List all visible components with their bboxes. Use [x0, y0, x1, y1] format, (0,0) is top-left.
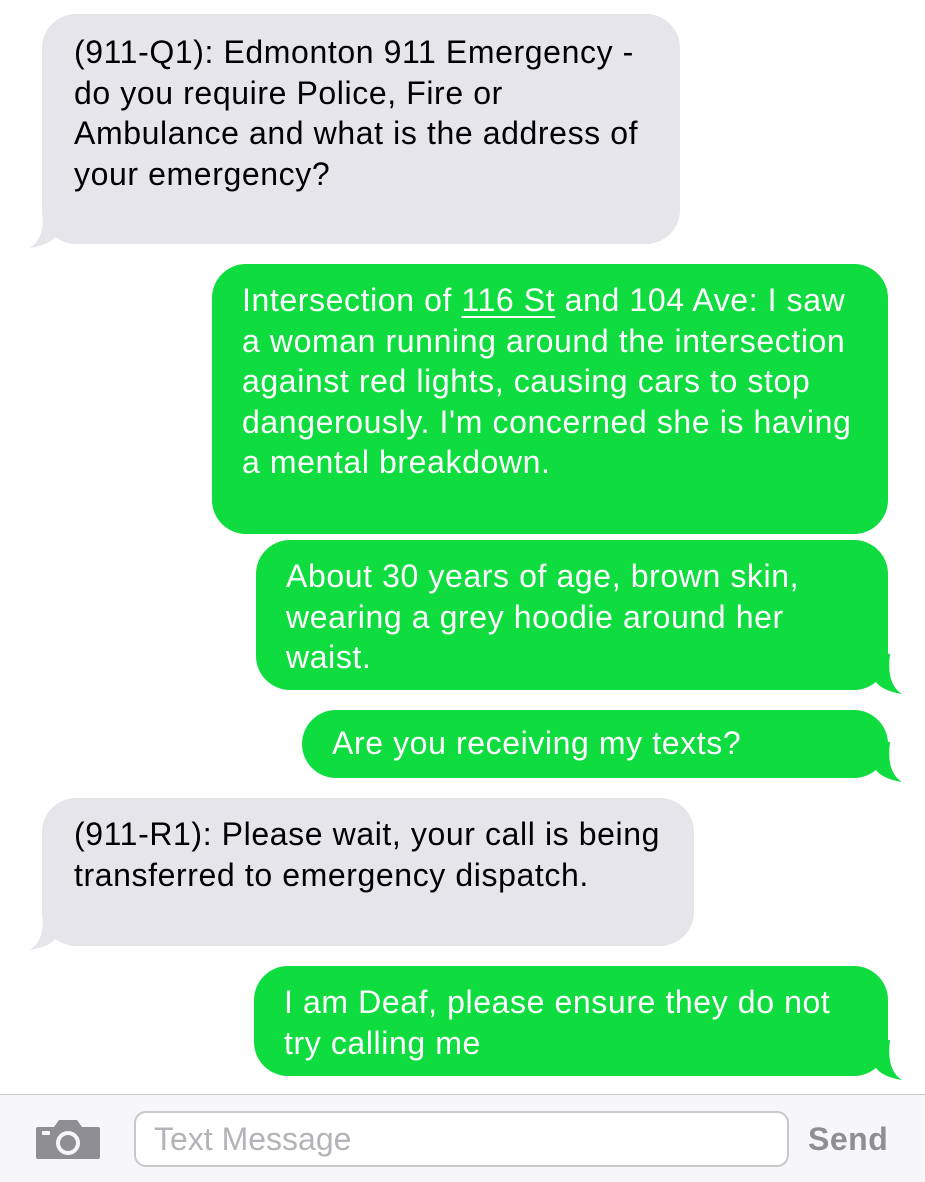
message-bubble-incoming: (911-R1): Please wait, your call is bein… [30, 798, 694, 950]
bubble-tail-icon [874, 742, 902, 782]
bubble-tail-icon [874, 1040, 902, 1080]
message-thread[interactable]: (911-Q1): Edmonton 911 Emergency - do yo… [0, 0, 925, 1094]
send-button[interactable]: Send [808, 1117, 918, 1161]
message-bubble-outgoing: Are you receiving my texts? [302, 710, 902, 782]
message-text: Are you receiving my texts? [332, 725, 742, 761]
message-bubble-outgoing: About 30 years of age, brown skin, weari… [256, 540, 902, 694]
message-input-bar: Send [0, 1094, 925, 1182]
message-text: About 30 years of age, brown skin, weari… [286, 558, 800, 675]
message-text-start: Intersection of [242, 282, 462, 318]
message-text: I am Deaf, please ensure they do not try… [284, 984, 831, 1061]
bubble-tail-icon [874, 654, 902, 694]
camera-icon[interactable] [34, 1117, 102, 1161]
text-message-input[interactable] [134, 1111, 789, 1167]
message-text: (911-Q1): Edmonton 911 Emergency - do yo… [74, 34, 639, 192]
bubble-tail-icon [30, 910, 58, 950]
message-bubble-outgoing: Intersection of 116 St and 104 Ave: I sa… [212, 264, 888, 534]
bubble-tail-icon [30, 208, 58, 248]
message-bubble-incoming: (911-Q1): Edmonton 911 Emergency - do yo… [30, 14, 680, 248]
message-bubble-outgoing: I am Deaf, please ensure they do not try… [254, 966, 902, 1080]
message-text: (911-R1): Please wait, your call is bein… [74, 816, 661, 893]
address-link[interactable]: 116 St [462, 282, 556, 318]
